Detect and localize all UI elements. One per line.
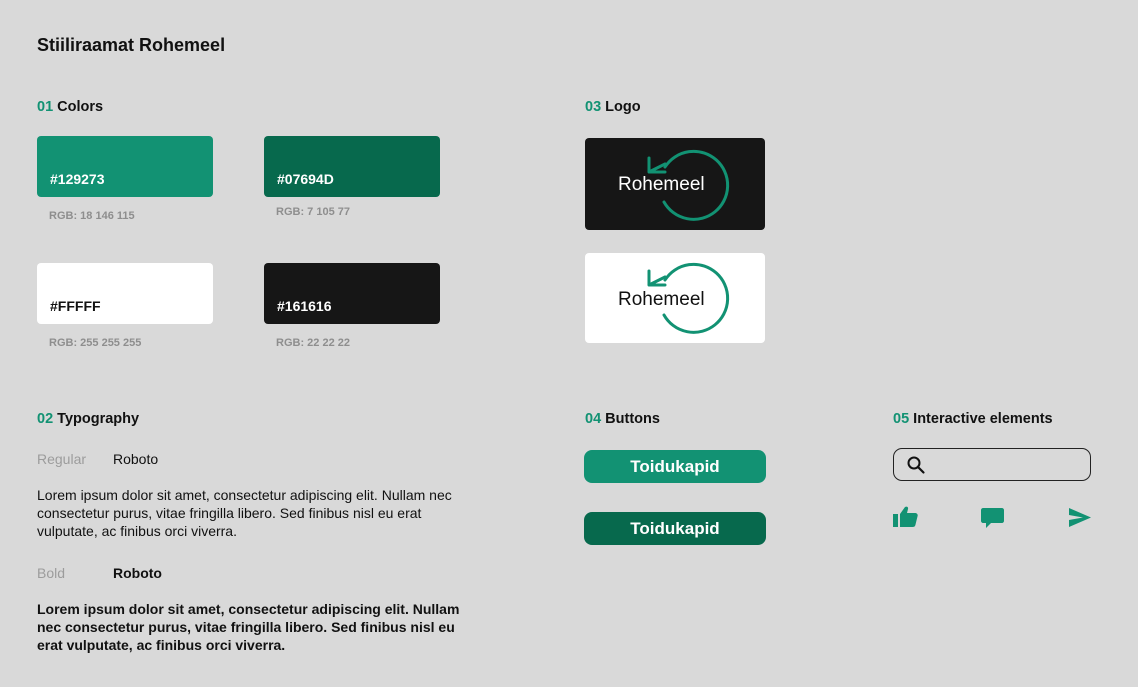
- logo-light-card: Rohemeel: [585, 253, 765, 343]
- section-title: Colors: [57, 99, 104, 115]
- logo-dark-card: Rohemeel: [585, 138, 765, 230]
- section-title: Logo: [605, 99, 641, 115]
- regular-font-name: Roboto: [113, 451, 159, 467]
- section-number: 05: [893, 411, 910, 427]
- bold-sample-text: Lorem ipsum dolor sit amet, consectetur …: [37, 601, 460, 653]
- color-swatch-dark-green: #07694D: [264, 136, 440, 197]
- buttons-heading: 04 Buttons: [585, 411, 660, 427]
- swatch-rgb: RGB: 18 146 115: [49, 210, 135, 222]
- comment-icon[interactable]: [981, 508, 1004, 529]
- section-number: 04: [585, 411, 602, 427]
- section-title: Typography: [57, 411, 140, 427]
- section-title: Buttons: [605, 411, 660, 427]
- interactive-heading: 05 Interactive elements: [893, 411, 1053, 427]
- color-swatch-primary: #129273: [37, 136, 213, 197]
- logo-text: Rohemeel: [618, 289, 705, 310]
- regular-label: Regular: [37, 451, 87, 467]
- bold-font-name: Roboto: [113, 565, 162, 581]
- primary-button[interactable]: Toidukapid: [584, 450, 766, 483]
- section-number: 02: [37, 411, 54, 427]
- color-swatch-white: #FFFFF: [37, 263, 213, 324]
- swatch-hex: #161616: [277, 298, 332, 314]
- logo-heading: 03 Logo: [585, 99, 641, 115]
- page-title: Stiiliraamat Rohemeel: [37, 35, 226, 55]
- swatch-rgb: RGB: 7 105 77: [276, 206, 350, 218]
- swatch-hex: #07694D: [277, 171, 334, 187]
- section-title: Interactive elements: [913, 411, 1053, 427]
- color-swatch-black: #161616: [264, 263, 440, 324]
- swatch-hex: #129273: [50, 171, 105, 187]
- typography-heading: 02 Typography: [37, 411, 139, 427]
- swatch-hex: #FFFFF: [50, 298, 101, 314]
- thumbs-up-icon[interactable]: [893, 506, 919, 528]
- colors-heading: 01 Colors: [37, 99, 103, 115]
- section-number: 03: [585, 99, 602, 115]
- send-icon[interactable]: [1069, 508, 1091, 527]
- swatch-rgb: RGB: 255 255 255: [49, 337, 142, 349]
- search-box[interactable]: [893, 448, 1091, 481]
- search-input[interactable]: [934, 457, 1084, 472]
- search-icon: [907, 456, 925, 474]
- regular-sample-text: Lorem ipsum dolor sit amet, consectetur …: [37, 487, 452, 539]
- secondary-button[interactable]: Toidukapid: [584, 512, 766, 545]
- section-number: 01: [37, 99, 54, 115]
- logo-text: Rohemeel: [618, 174, 705, 195]
- bold-label: Bold: [37, 565, 66, 581]
- swatch-rgb: RGB: 22 22 22: [276, 337, 350, 349]
